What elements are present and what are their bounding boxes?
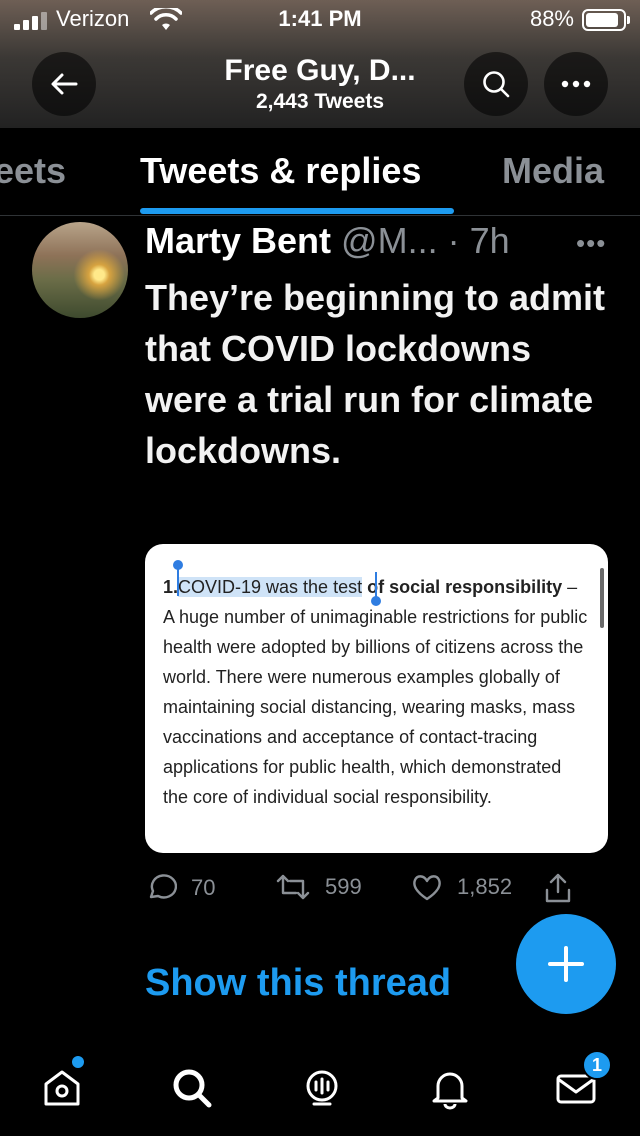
like-count: 1,852 [457, 874, 513, 899]
tweet-actions: 70 599 1,852 [145, 872, 585, 916]
heart-icon [413, 875, 441, 901]
nav-notifications[interactable] [426, 1064, 474, 1112]
top-bar: Verizon 1:41 PM 88% Free Guy, D... 2,443… [0, 0, 640, 128]
card-scrollbar [600, 568, 604, 628]
tweet-author-line: Marty Bent @M... · 7h [145, 220, 510, 262]
nav-spaces[interactable] [298, 1064, 346, 1112]
like-button[interactable]: 1,852 [411, 872, 512, 902]
search-icon [483, 71, 510, 98]
tweet-count: 2,443 Tweets [255, 90, 385, 113]
compose-tweet-button[interactable] [516, 914, 616, 1014]
share-button[interactable] [543, 872, 573, 904]
tab-tweets[interactable]: eets [0, 150, 66, 192]
nav-search[interactable] [168, 1064, 216, 1112]
tweet-text: They’re beginning to admit that COVID lo… [145, 277, 606, 471]
retweet-icon [276, 874, 310, 900]
spaces-microphone-icon [306, 1070, 338, 1106]
card-heading-rest: of social responsibility [362, 577, 563, 597]
more-options-button[interactable] [544, 52, 608, 116]
show-thread-link[interactable]: Show this thread [145, 962, 451, 1005]
battery-percentage: 88% [529, 6, 574, 31]
search-button[interactable] [464, 52, 528, 116]
avatar[interactable] [32, 222, 128, 318]
retweet-button[interactable]: 599 [275, 872, 362, 902]
reply-icon [149, 874, 177, 899]
share-icon [545, 873, 571, 903]
selection-start-bar [177, 568, 179, 596]
author-name[interactable]: Marty Bent [145, 220, 331, 261]
tweet-more-icon[interactable]: ••• [576, 228, 606, 259]
search-icon [173, 1069, 212, 1108]
plus-icon [548, 946, 584, 982]
card-body: – A huge number of unimaginable restrict… [163, 577, 588, 807]
reply-button[interactable]: 70 [145, 872, 215, 904]
messages-badge: 1 [582, 1050, 612, 1080]
profile-tabs: eets Tweets & replies Media [0, 128, 640, 216]
card-text: 1.COVID-19 was the test of social respon… [163, 572, 588, 812]
home-unread-dot [72, 1056, 84, 1068]
battery-icon [582, 9, 630, 31]
bottom-navigation: 1 [0, 1040, 640, 1136]
tweet-image-card[interactable]: 1.COVID-19 was the test of social respon… [145, 544, 608, 853]
status-bar: Verizon 1:41 PM 88% [0, 0, 640, 40]
bell-icon [432, 1072, 468, 1110]
card-highlighted-text: COVID-19 was the test [178, 577, 363, 597]
tab-media[interactable]: Media [502, 150, 604, 192]
tab-tweets-and-replies[interactable]: Tweets & replies [140, 150, 421, 192]
more-horizontal-icon [561, 80, 591, 88]
nav-messages[interactable]: 1 [552, 1050, 612, 1112]
author-handle-timestamp: @M... · 7h [341, 220, 510, 261]
retweet-count: 599 [325, 874, 362, 899]
reply-count: 70 [191, 875, 216, 900]
selection-end-handle[interactable] [371, 596, 381, 606]
card-item-number: 1. [163, 577, 179, 597]
home-icon [44, 1070, 80, 1106]
nav-home[interactable] [38, 1056, 86, 1112]
active-tab-indicator [140, 208, 454, 214]
